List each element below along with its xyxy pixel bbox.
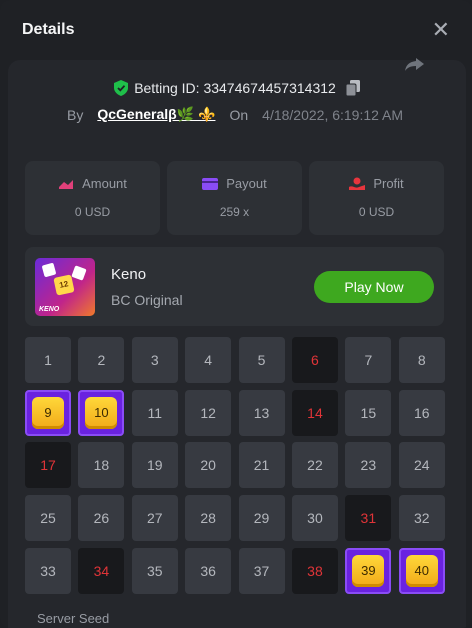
keno-cell: 5 [238,337,285,383]
betting-id: Betting ID: 334746744573143​12 [134,80,336,96]
modal-header: Details ✕ [0,0,472,60]
stats-row: Amount 0 USD Payout 259 x Profit 0 USD [25,161,444,235]
keno-cell: 7 [345,337,392,383]
stat-profit: Profit 0 USD [309,161,444,235]
keno-cell: 33 [25,547,71,594]
keno-cell: 12 [185,389,232,436]
keno-cell: 24 [398,442,445,489]
keno-gem-number: 10 [85,396,118,429]
keno-cell: 27 [131,495,178,542]
amount-icon [59,179,74,189]
keno-cell: 2 [78,337,125,383]
keno-cell: 35 [131,547,178,594]
keno-cell: 29 [238,495,285,542]
keno-cell: 15 [345,389,392,436]
stat-profit-label: Profit [373,176,404,191]
stat-payout-label: Payout [226,176,267,191]
keno-thumb-text: KENO [39,306,60,313]
keno-cell: 16 [398,389,445,436]
keno-cell: 40 [398,547,445,594]
keno-cell: 26 [78,495,125,542]
keno-cell: 31 [345,495,392,542]
keno-cell: 1 [25,337,71,383]
keno-cell: 38 [291,547,338,594]
on-label: On [229,106,249,123]
keno-cell: 30 [291,495,338,542]
stat-amount-value: 0 USD [74,205,111,219]
keno-cell: 34 [78,547,125,594]
keno-cell: 28 [185,495,232,542]
keno-cell: 23 [345,442,392,489]
stat-profit-value: 0 USD [358,205,395,219]
bet-details-modal: Details ✕ Betting ID: 334746744573143​12… [0,0,472,628]
keno-cell: 19 [131,442,178,489]
keno-cell: 21 [238,442,285,489]
keno-gem-number: 9 [32,396,64,429]
stat-amount-label: Amount [82,176,127,191]
keno-cell: 18 [78,442,125,489]
keno-thumbnail: 12 KENO [35,258,95,316]
stat-amount: Amount 0 USD [25,161,160,235]
modal-title: Details [22,21,75,38]
keno-cell: 10 [78,389,125,436]
share-icon[interactable] [404,56,426,72]
keno-cell: 3 [131,337,178,383]
keno-thumb-ball: 12 [53,274,75,296]
server-seed-label: Server Seed [37,611,110,626]
profit-icon [349,177,366,190]
play-now-button[interactable]: Play Now [314,271,434,303]
keno-cell: 20 [185,442,232,489]
verified-shield-icon [114,80,129,96]
keno-cell: 22 [291,442,338,489]
close-icon[interactable]: ✕ [432,19,450,41]
by-label: By [67,106,84,123]
bet-author-row: By QcGeneralβ🌿 ⚜️ On 4/18/2022, 6:19:12 … [67,106,403,123]
keno-cell: 39 [345,547,392,594]
game-card: 12 KENO Keno BC Original Play Now [25,247,444,326]
bet-details-panel: Betting ID: 334746744573143​12 By QcGene… [8,58,466,628]
keno-cell: 4 [185,337,232,383]
keno-grid: 1 2 3 4 5 6 7 8 9 10 11 12 13 14 15 16 17 18 19 20 21 22 23 24 2… [25,337,445,594]
stat-payout: Payout 259 x [167,161,302,235]
keno-cell: 25 [25,495,71,542]
keno-cell: 9 [25,389,71,436]
copy-icon[interactable] [345,80,360,96]
keno-cell: 17 [25,442,71,489]
keno-cell: 11 [131,389,178,436]
keno-cell: 8 [398,337,445,383]
bet-date: 4/18/2022, 6:19:12 AM [262,106,404,123]
game-name: Keno [111,266,147,283]
keno-cell: 13 [238,389,285,436]
keno-cell: 37 [238,547,285,594]
keno-cell: 6 [291,337,338,383]
keno-cell: 14 [291,389,338,436]
game-subtitle: BC Original [111,292,183,308]
keno-gem-number: 39 [352,554,385,587]
username-link[interactable]: QcGeneralβ🌿 ⚜️ [97,106,215,123]
payout-icon [202,177,219,190]
stat-payout-value: 259 x [219,205,250,219]
keno-cell: 32 [398,495,445,542]
keno-cell: 36 [185,547,232,594]
betting-id-row: Betting ID: 334746744573143​12 [8,80,466,96]
keno-gem-number: 40 [405,554,438,587]
